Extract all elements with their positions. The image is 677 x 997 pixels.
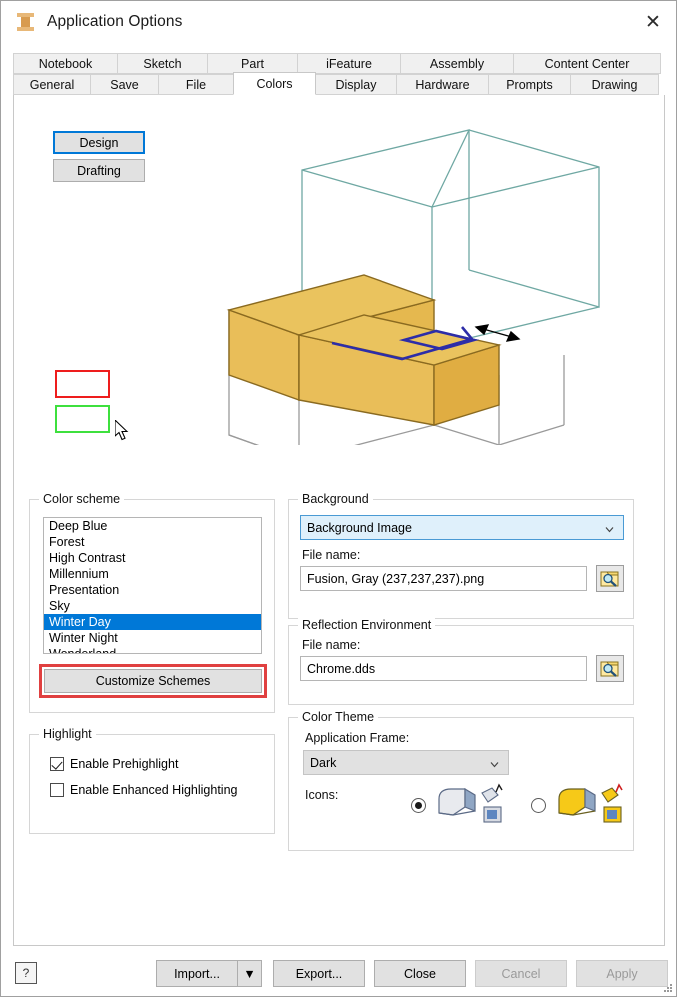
tab-sketch[interactable]: Sketch [117, 53, 208, 74]
list-item[interactable]: Sky [44, 598, 261, 614]
enable-prehighlight-checkbox-row[interactable]: Enable Prehighlight [50, 757, 178, 771]
list-item[interactable]: Millennium [44, 566, 261, 582]
color-theme-legend: Color Theme [298, 710, 379, 724]
browse-folder-magnifier-icon[interactable] [596, 565, 624, 592]
color-scheme-listbox[interactable]: Deep Blue Forest High Contrast Millenniu… [43, 517, 262, 654]
background-mode-value: Background Image [307, 520, 412, 535]
icons-label: Icons: [305, 788, 339, 802]
tab-content-center[interactable]: Content Center [513, 53, 661, 74]
import-button[interactable]: Import... [156, 960, 238, 987]
tab-save[interactable]: Save [90, 74, 159, 95]
title-bar: Application Options ✕ [1, 1, 676, 42]
close-icon[interactable]: ✕ [630, 1, 676, 42]
tab-assembly[interactable]: Assembly [400, 53, 514, 74]
tab-general[interactable]: General [13, 74, 91, 95]
list-item[interactable]: High Contrast [44, 550, 261, 566]
scheme-preview-3d [14, 115, 666, 461]
list-item[interactable]: Wonderland [44, 646, 261, 653]
background-mode-combobox[interactable]: Background Image [300, 515, 624, 540]
background-legend: Background [298, 492, 373, 506]
customize-schemes-button[interactable]: Customize Schemes [44, 669, 262, 693]
application-options-dialog: Application Options ✕ Notebook Sketch Pa… [0, 0, 677, 997]
reflection-file-label: File name: [302, 638, 361, 652]
dialog-footer: ? Import... ▼ Export... Close Cancel App… [1, 948, 676, 996]
chevron-down-icon [490, 758, 499, 767]
list-item[interactable]: Presentation [44, 582, 261, 598]
highlight-group: Highlight Enable Prehighlight Enable Enh… [29, 727, 275, 834]
amber-icons-preview [555, 783, 627, 828]
enable-prehighlight-label: Enable Prehighlight [70, 757, 179, 771]
tab-colors[interactable]: Colors [233, 72, 316, 95]
tab-row-top: Notebook Sketch Part iFeature Assembly C… [13, 53, 665, 74]
tab-hardware[interactable]: Hardware [396, 74, 489, 95]
icons-option-light[interactable] [411, 783, 507, 828]
import-dropdown-arrow-icon[interactable]: ▼ [238, 960, 262, 987]
tab-ifeature[interactable]: iFeature [297, 53, 401, 74]
tab-strip: Notebook Sketch Part iFeature Assembly C… [13, 53, 665, 95]
prehighlight-color-swatch[interactable] [55, 370, 110, 398]
colors-tab-panel: Design Drafting Color scheme Deep Blue F… [13, 95, 665, 946]
tab-row-bottom: General Save File Colors Display Hardwar… [13, 72, 665, 95]
close-button[interactable]: Close [374, 960, 466, 987]
enable-enhanced-highlighting-label: Enable Enhanced Highlighting [70, 783, 238, 797]
color-scheme-legend: Color scheme [39, 492, 125, 506]
tab-drawing[interactable]: Drawing [570, 74, 659, 95]
icons-option-amber[interactable] [531, 783, 627, 828]
list-item-selected[interactable]: Winter Day [44, 614, 261, 630]
inventor-ibeam-icon [15, 11, 37, 33]
background-file-label: File name: [302, 548, 361, 562]
tab-file[interactable]: File [158, 74, 234, 95]
tab-notebook[interactable]: Notebook [13, 53, 118, 74]
reflection-environment-group: Reflection Environment File name: Chrome… [288, 618, 634, 705]
list-item[interactable]: Forest [44, 534, 261, 550]
color-theme-group: Color Theme Application Frame: Dark Icon… [288, 710, 634, 851]
highlight-color-swatch[interactable] [55, 405, 110, 433]
gold-solid-right [296, 314, 502, 426]
highlight-legend: Highlight [39, 727, 96, 741]
light-icons-preview [435, 783, 507, 828]
apply-button: Apply [576, 960, 668, 987]
window-title: Application Options [47, 12, 183, 30]
chevron-down-icon [605, 523, 614, 532]
mouse-cursor [114, 418, 131, 442]
checkbox-checked-icon[interactable] [50, 757, 64, 771]
enable-enhanced-highlighting-checkbox-row[interactable]: Enable Enhanced Highlighting [50, 783, 238, 797]
tab-prompts[interactable]: Prompts [488, 74, 571, 95]
checkbox-unchecked-icon[interactable] [50, 783, 64, 797]
reflection-legend: Reflection Environment [298, 618, 436, 632]
background-file-input[interactable]: Fusion, Gray (237,237,237).png [300, 566, 587, 591]
application-frame-value: Dark [310, 755, 337, 770]
application-frame-label: Application Frame: [305, 731, 410, 745]
export-button[interactable]: Export... [273, 960, 365, 987]
list-item[interactable]: Deep Blue [44, 518, 261, 534]
preview-svg [226, 129, 600, 461]
radio-unselected-icon[interactable] [531, 798, 546, 813]
cancel-button: Cancel [475, 960, 567, 987]
help-icon[interactable]: ? [15, 962, 37, 984]
background-group: Background Background Image File name: F… [288, 492, 634, 619]
tab-part[interactable]: Part [207, 53, 298, 74]
browse-folder-magnifier-icon[interactable] [596, 655, 624, 682]
resize-grip[interactable] [661, 982, 673, 994]
tab-display[interactable]: Display [315, 74, 397, 95]
application-frame-combobox[interactable]: Dark [303, 750, 509, 775]
radio-selected-icon[interactable] [411, 798, 426, 813]
list-item[interactable]: Winter Night [44, 630, 261, 646]
reflection-file-input[interactable]: Chrome.dds [300, 656, 587, 681]
color-scheme-group: Color scheme Deep Blue Forest High Contr… [29, 492, 275, 713]
